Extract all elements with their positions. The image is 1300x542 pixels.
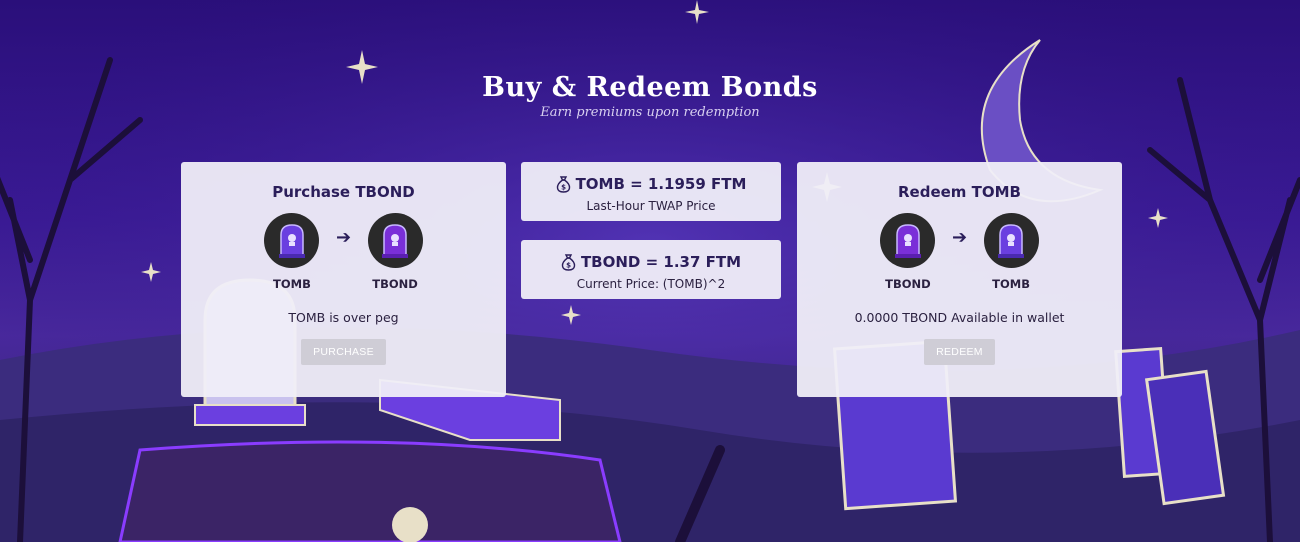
svg-text:$: $ bbox=[561, 183, 566, 191]
tombstone-icon bbox=[382, 223, 409, 258]
tbond-price-caption: Current Price: (TOMB)^2 bbox=[576, 277, 726, 291]
tbond-price-value: TBOND = 1.37 FTM bbox=[580, 253, 742, 271]
purchase-status-message: TOMB is over peg bbox=[288, 310, 399, 325]
to-token: TBOND bbox=[365, 213, 425, 291]
page-subtitle: Earn premiums upon redemption bbox=[540, 105, 760, 120]
from-token: TOMB bbox=[262, 213, 322, 291]
arrow-right-icon: ➔ bbox=[951, 227, 968, 248]
tomb-price-line: $ TOMB = 1.1959 FTM bbox=[521, 175, 781, 193]
tombstone-icon bbox=[998, 223, 1025, 258]
redeem-button[interactable]: REDEEM bbox=[924, 339, 995, 365]
tbond-price-line: $ TBOND = 1.37 FTM bbox=[521, 253, 781, 271]
hero-header: Buy & Redeem Bonds Earn premiums upon re… bbox=[0, 72, 1300, 120]
tomb-token-icon bbox=[264, 213, 320, 268]
tomb-token-icon bbox=[983, 213, 1039, 268]
tbond-price-card: $ TBOND = 1.37 FTM Current Price: (TOMB)… bbox=[521, 240, 781, 299]
tomb-price-caption: Last-Hour TWAP Price bbox=[586, 199, 716, 213]
arrow-right-icon: ➔ bbox=[335, 227, 352, 248]
to-token: TOMB bbox=[981, 213, 1041, 291]
tomb-price-card: $ TOMB = 1.1959 FTM Last-Hour TWAP Price bbox=[521, 162, 781, 221]
from-token-label: TBOND bbox=[885, 277, 931, 291]
tbond-token-icon bbox=[880, 213, 936, 268]
purchase-card: Purchase TBOND TOMB ➔ TBOND TOMB is over… bbox=[181, 162, 506, 397]
money-bag-icon: $ bbox=[556, 175, 570, 193]
redeem-card: Redeem TOMB TBOND ➔ TOMB 0.0000 TBOND Av… bbox=[797, 162, 1122, 397]
redeem-balance-message: 0.0000 TBOND Available in wallet bbox=[854, 310, 1065, 325]
redeem-token-flow: TBOND ➔ TOMB bbox=[797, 213, 1122, 291]
redeem-card-title: Redeem TOMB bbox=[897, 183, 1021, 201]
svg-text:$: $ bbox=[566, 261, 571, 269]
tombstone-icon bbox=[278, 223, 305, 258]
from-token: TBOND bbox=[878, 213, 938, 291]
tbond-token-icon bbox=[367, 213, 423, 268]
to-token-label: TBOND bbox=[372, 277, 418, 291]
tombstone-icon bbox=[894, 223, 921, 258]
to-token-label: TOMB bbox=[992, 277, 1030, 291]
from-token-label: TOMB bbox=[273, 277, 311, 291]
page-title: Buy & Redeem Bonds bbox=[482, 72, 818, 103]
purchase-card-title: Purchase TBOND bbox=[272, 183, 415, 201]
purchase-token-flow: TOMB ➔ TBOND bbox=[181, 213, 506, 291]
money-bag-icon: $ bbox=[561, 253, 576, 271]
tomb-price-value: TOMB = 1.1959 FTM bbox=[575, 175, 747, 193]
purchase-button[interactable]: PURCHASE bbox=[301, 339, 386, 365]
